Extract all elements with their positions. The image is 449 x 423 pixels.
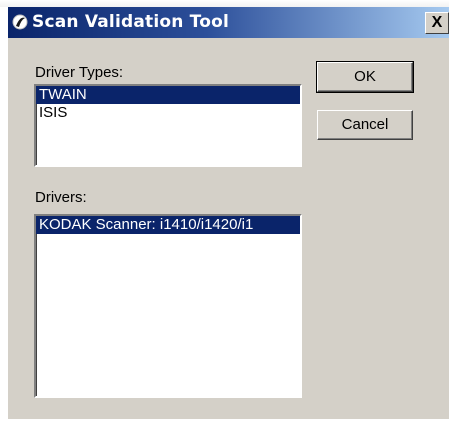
- list-item[interactable]: KODAK Scanner: i1410/i1420/i1: [36, 216, 300, 234]
- close-icon: X: [431, 14, 443, 31]
- app-icon: [12, 14, 28, 30]
- driver-types-label: Driver Types:: [35, 64, 124, 81]
- scan-validation-dialog: Scan Validation Tool X Driver Types: TWA…: [8, 7, 449, 419]
- background-strip: [0, 0, 449, 7]
- cancel-button[interactable]: Cancel: [317, 110, 413, 140]
- driver-types-listbox[interactable]: TWAIN ISIS: [34, 84, 302, 167]
- window-title: Scan Validation Tool: [32, 12, 229, 32]
- drivers-label: Drivers:: [35, 189, 87, 206]
- list-item[interactable]: ISIS: [36, 104, 300, 122]
- ok-button[interactable]: OK: [316, 61, 414, 93]
- drivers-listbox[interactable]: KODAK Scanner: i1410/i1420/i1: [34, 214, 302, 398]
- close-button[interactable]: X: [425, 12, 449, 34]
- title-bar[interactable]: Scan Validation Tool: [8, 7, 449, 38]
- list-item[interactable]: TWAIN: [36, 86, 300, 104]
